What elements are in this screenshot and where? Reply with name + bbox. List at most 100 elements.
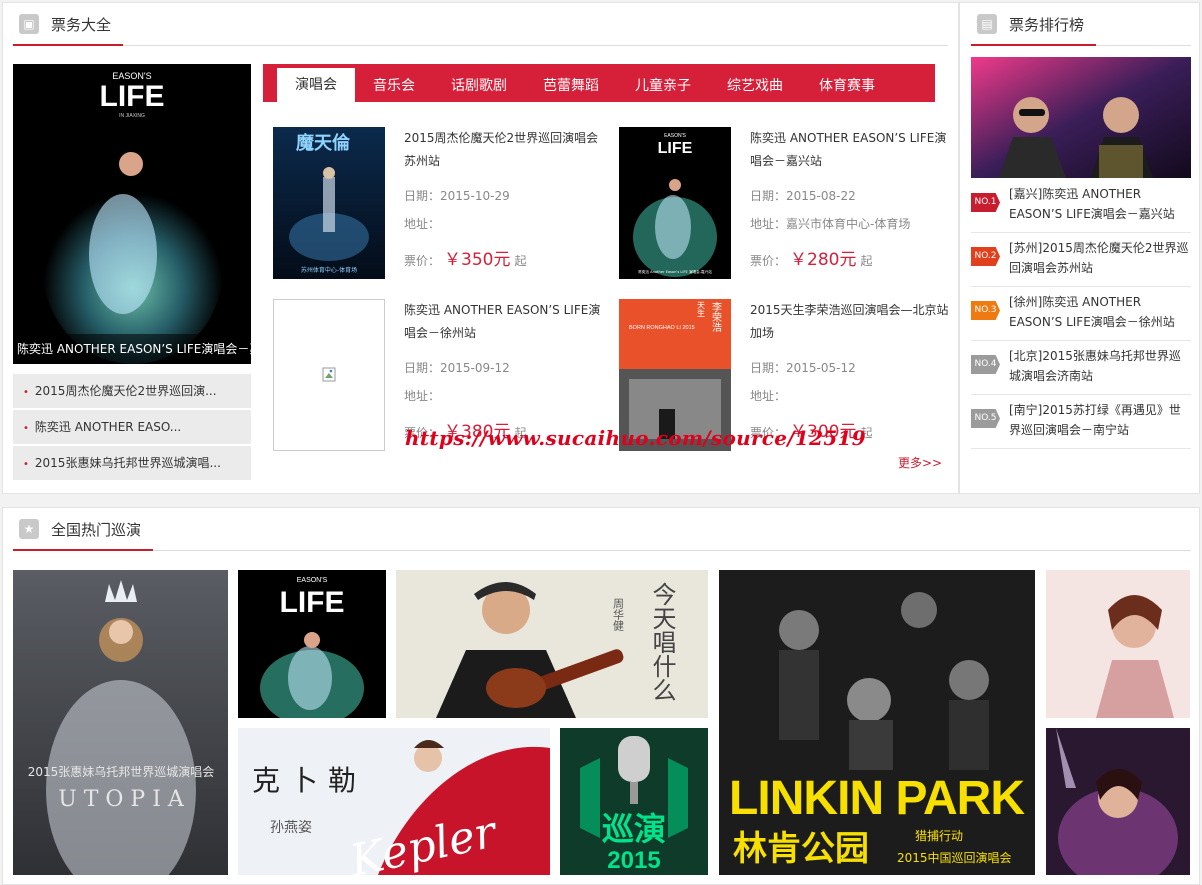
tour-tile-purple[interactable]: [1046, 728, 1190, 875]
event-address: 地址：: [404, 389, 441, 403]
event-address: 地址：嘉兴市体育中心-体育场: [750, 217, 911, 231]
zhou-words: 今天唱什么: [648, 582, 676, 702]
event-title[interactable]: 2015周杰伦魔天伦2世界巡回演唱会苏州站: [404, 127, 604, 173]
event-price: 票价： ￥280元起: [750, 245, 872, 270]
tab-variety-opera[interactable]: 综艺戏曲: [709, 70, 801, 102]
price-label: 票价：: [750, 254, 787, 268]
event-poster-foot: 苏州体育中心-体育场: [301, 266, 357, 274]
ranking-title-wrap: ▤ 票务排行榜: [971, 4, 1097, 46]
event-card: 魔天倫 苏州体育中心-体育场 2015周杰伦魔天伦2世界巡回演唱会苏州站 日期：…: [273, 127, 603, 279]
kepler-cn: 克卜勒: [252, 764, 366, 797]
ranking-item[interactable]: NO.5 [南宁]2015苏打绿《再遇见》世界巡回演唱会－南宁站: [971, 395, 1191, 449]
event-date: 日期：2015-08-22: [750, 189, 856, 203]
tour-tile-linkin-art: LINKIN PARK 林肯公园 猎捕行动 2015中国巡回演唱会: [719, 570, 1035, 875]
mini-list-item[interactable]: • 陈奕迅 ANOTHER EASO...: [13, 410, 251, 444]
featured-poster-small: IN JIAXING: [119, 113, 145, 119]
bullet-icon: •: [23, 387, 29, 398]
tour-tile-xunyan[interactable]: 巡演 2015: [560, 728, 708, 875]
tour-tile-pink[interactable]: [1046, 570, 1190, 718]
featured-poster-title: LIFE: [100, 80, 165, 113]
tickets-header: ▣ 票务大全: [13, 4, 948, 46]
event-address: 地址：: [750, 389, 787, 403]
tab-children[interactable]: 儿童亲子: [617, 70, 709, 102]
tour-tile-utopia-art: 2015张惠妹乌托邦世界巡城演唱会 U T O P I A: [13, 570, 228, 875]
hot-header: ★ 全国热门巡演: [13, 509, 1191, 551]
event-date: 日期：2015-10-29: [404, 189, 510, 203]
tab-music[interactable]: 音乐会: [355, 70, 433, 102]
more-link[interactable]: 更多>>: [898, 454, 942, 471]
mini-list-item[interactable]: • 2015张惠妹乌托邦世界巡城演唱...: [13, 446, 251, 480]
rank-badge: NO.4: [971, 355, 1000, 374]
zhou-name: 周华健: [612, 598, 625, 631]
ranking-item[interactable]: NO.4 [北京]2015张惠妹乌托邦世界巡城演唱会济南站: [971, 341, 1191, 395]
rank-text[interactable]: [徐州]陈奕迅 ANOTHER EASON’S LIFE演唱会－徐州站: [1009, 292, 1189, 332]
price-suffix: 起: [514, 254, 527, 268]
ranking-item[interactable]: NO.3 [徐州]陈奕迅 ANOTHER EASON’S LIFE演唱会－徐州站: [971, 287, 1191, 341]
ranking-section-icon: ▤: [977, 14, 997, 34]
star-icon: ★: [19, 519, 39, 539]
event-poster-title: LIFE: [658, 140, 693, 157]
tab-ballet-dance[interactable]: 芭蕾舞蹈: [525, 70, 617, 102]
event-title[interactable]: 陈奕迅 ANOTHER EASON’S LIFE演唱会－嘉兴站: [750, 127, 950, 173]
ticket-section-icon: ▣: [19, 14, 39, 34]
tab-concert[interactable]: 演唱会: [277, 68, 355, 102]
event-poster-side: 天生: [697, 301, 706, 317]
rank-text[interactable]: [苏州]2015周杰伦魔天伦2世界巡回演唱会苏州站: [1009, 238, 1189, 278]
ranking-top-image[interactable]: [971, 57, 1191, 178]
linkin-en: LINKIN PARK: [729, 772, 1025, 825]
rank-text[interactable]: [南宁]2015苏打绿《再遇见》世界巡回演唱会－南宁站: [1009, 400, 1189, 440]
price-amount: ￥280元: [790, 250, 857, 270]
price-label: 票价：: [404, 254, 441, 268]
event-poster-placeholder[interactable]: [273, 299, 385, 451]
rank-badge: NO.1: [971, 193, 1000, 212]
event-title[interactable]: 2015天生李荣浩巡回演唱会—北京站加场: [750, 299, 950, 345]
tour-tile-utopia[interactable]: 2015张惠妹乌托邦世界巡城演唱会 U T O P I A: [13, 570, 228, 875]
tab-sports[interactable]: 体育赛事: [801, 70, 893, 102]
broken-image-icon: [322, 367, 336, 382]
tickets-title-wrap: ▣ 票务大全: [13, 4, 124, 46]
rank-badge: NO.2: [971, 247, 1000, 266]
event-poster-sub: EASON'S: [664, 133, 686, 139]
tour-tile-purple-art: [1046, 728, 1190, 875]
tour-tile-kepler[interactable]: 克卜勒 孙燕姿 Kepler: [238, 728, 550, 875]
event-price: 票价： ￥350元起: [404, 245, 526, 270]
rank-text[interactable]: [嘉兴]陈奕迅 ANOTHER EASON’S LIFE演唱会－嘉兴站: [1009, 184, 1189, 224]
event-poster[interactable]: EASON'S LIFE 陈奕迅 Another Eason's LIFE 演唱…: [619, 127, 731, 279]
tour-tile-life[interactable]: EASON'S LIFE: [238, 570, 386, 718]
kepler-name: 孙燕姿: [270, 820, 312, 836]
event-card: EASON'S LIFE 陈奕迅 Another Eason's LIFE 演唱…: [619, 127, 949, 279]
mini-list-text: 陈奕迅 ANOTHER EASO...: [34, 420, 182, 434]
mini-event-list: • 2015周杰伦魔天伦2世界巡回演... • 陈奕迅 ANOTHER EASO..…: [13, 374, 251, 482]
ranking-item[interactable]: NO.2 [苏州]2015周杰伦魔天伦2世界巡回演唱会苏州站: [971, 233, 1191, 287]
xunyan-title: 巡演: [602, 810, 666, 848]
ranking-title: 票务排行榜: [1009, 15, 1085, 34]
event-poster-title: 魔天倫: [296, 132, 351, 154]
tickets-title: 票务大全: [51, 15, 112, 34]
event-poster-sub: BORN RONGHAO LI 2015: [629, 325, 695, 331]
tour-tile-zhou-art: 周华健 今天唱什么: [396, 570, 708, 718]
event-poster[interactable]: 魔天倫 苏州体育中心-体育场: [273, 127, 385, 279]
utopia-word: U T O P I A: [58, 787, 185, 812]
event-poster-art: 魔天倫 苏州体育中心-体育场: [273, 127, 385, 279]
ranking-header: ▤ 票务排行榜: [971, 4, 1191, 46]
bullet-icon: •: [23, 423, 29, 434]
hot-title: 全国热门巡演: [51, 520, 142, 539]
event-date: 日期：2015-09-12: [404, 361, 510, 375]
featured-poster-art: EASON'S LIFE IN JIAXING: [13, 64, 251, 364]
event-date: 日期：2015-05-12: [750, 361, 856, 375]
watermark-url: https://www.sucaihuo.com/source/12519: [405, 426, 866, 450]
tour-tile-zhou[interactable]: 周华健 今天唱什么: [396, 570, 708, 718]
tour-tile-xunyan-art: 巡演 2015: [560, 728, 708, 875]
event-address: 地址：: [404, 217, 441, 231]
ranking-item[interactable]: NO.1 [嘉兴]陈奕迅 ANOTHER EASON’S LIFE演唱会－嘉兴站: [971, 179, 1191, 233]
event-title[interactable]: 陈奕迅 ANOTHER EASON’S LIFE演唱会－徐州站: [404, 299, 604, 345]
featured-caption[interactable]: 陈奕迅 ANOTHER EASON’S LIFE演唱会－嘉: [13, 334, 251, 364]
price-suffix: 起: [860, 254, 873, 268]
event-poster-title: 李荣浩: [710, 301, 722, 333]
featured-poster[interactable]: EASON'S LIFE IN JIAXING 陈奕迅 ANOTHER EASO…: [13, 64, 251, 364]
tour-tile-linkin[interactable]: LINKIN PARK 林肯公园 猎捕行动 2015中国巡回演唱会: [719, 570, 1035, 875]
mini-list-item[interactable]: • 2015周杰伦魔天伦2世界巡回演...: [13, 374, 251, 408]
utopia-title: 2015张惠妹乌托邦世界巡城演唱会: [28, 764, 215, 779]
tab-drama-opera[interactable]: 话剧歌剧: [433, 70, 525, 102]
rank-text[interactable]: [北京]2015张惠妹乌托邦世界巡城演唱会济南站: [1009, 346, 1189, 386]
